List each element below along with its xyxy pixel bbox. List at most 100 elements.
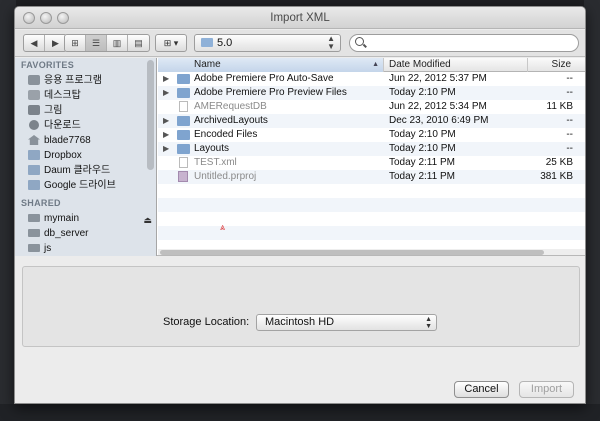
document-icon bbox=[179, 101, 188, 112]
sidebar-item-dropbox[interactable]: Dropbox bbox=[15, 148, 156, 163]
home-icon bbox=[28, 135, 40, 145]
disclosure-triangle-icon[interactable]: ▶ bbox=[163, 72, 169, 86]
view-mode-control: ⊞ ☰ ▥ ▤ bbox=[64, 34, 150, 52]
file-row[interactable]: ▶ Adobe Premiere Pro Preview Files Today 2… bbox=[158, 86, 585, 100]
file-list: Name ▲ Date Modified Size ▶ Adobe Premier… bbox=[158, 58, 585, 256]
column-header-label: Name bbox=[194, 59, 221, 70]
updown-arrows-icon: ▲ ▼ bbox=[327, 34, 335, 51]
sidebar-item-label: Daum 클라우드 bbox=[44, 165, 111, 176]
sidebar-item-label: db_server bbox=[44, 228, 89, 239]
file-row[interactable]: ▶ ArchivedLayouts Dec 23, 2010 6:49 PM -- bbox=[158, 114, 585, 128]
folder-icon bbox=[177, 88, 190, 98]
file-row[interactable]: ▶ Layouts Today 2:10 PM -- bbox=[158, 142, 585, 156]
sidebar-header-favorites: FAVORITES bbox=[21, 60, 75, 70]
file-size: 25 KB bbox=[545, 157, 573, 168]
disclosure-triangle-icon[interactable]: ▶ bbox=[163, 114, 169, 128]
close-window-button[interactable] bbox=[23, 12, 35, 24]
scroll-thumb[interactable] bbox=[160, 250, 544, 255]
icon-grid-icon: ⊞ bbox=[71, 38, 79, 48]
list-view-button[interactable]: ☰ bbox=[86, 35, 107, 51]
file-size: -- bbox=[566, 115, 573, 126]
file-name: AMERequestDB bbox=[194, 101, 267, 112]
file-date-modified: Today 2:11 PM bbox=[389, 157, 455, 168]
icon-view-button[interactable]: ⊞ bbox=[65, 35, 86, 51]
folder-icon bbox=[177, 144, 190, 154]
downloads-icon bbox=[29, 120, 39, 130]
file-row[interactable]: ▶ Adobe Premiere Pro Auto-Save Jun 22, 201… bbox=[158, 72, 585, 86]
chevron-left-icon: ◀ bbox=[30, 38, 38, 48]
document-icon bbox=[179, 157, 188, 168]
grid-arrange-icon: ⊞ ▾ bbox=[163, 38, 179, 48]
cancel-button[interactable]: Cancel bbox=[454, 381, 509, 398]
file-name: Untitled.prproj bbox=[194, 171, 257, 182]
column-header-row: Name ▲ Date Modified Size bbox=[158, 58, 585, 72]
column-header-date[interactable]: Date Modified bbox=[384, 58, 528, 72]
file-date-modified: Jun 22, 2012 5:37 PM bbox=[389, 73, 487, 84]
folder-icon bbox=[28, 150, 40, 160]
path-popup[interactable]: 5.0 ▲ ▼ bbox=[194, 34, 341, 52]
zoom-window-button[interactable] bbox=[57, 12, 69, 24]
back-button[interactable]: ◀ bbox=[24, 35, 45, 51]
network-monitor-icon bbox=[28, 244, 40, 252]
title-bar: Import XML bbox=[15, 7, 585, 29]
file-row[interactable]: TEST.xml Today 2:11 PM 25 KB bbox=[158, 156, 585, 170]
file-name: Encoded Files bbox=[194, 129, 258, 140]
storage-location-popup[interactable]: Macintosh HD ▲ ▼ bbox=[256, 314, 437, 331]
sidebar-item-label: 응용 프로그램 bbox=[44, 75, 102, 86]
pictures-icon bbox=[28, 105, 40, 115]
sidebar-item-label: Google 드라이브 bbox=[44, 180, 116, 191]
import-xml-dialog: Import XML ◀ ▶ ⊞ ☰ ▥ ▤ ⊞ ▾ 5.0 ▲ ▼ FAVORI… bbox=[14, 6, 586, 404]
minimize-window-button[interactable] bbox=[40, 12, 52, 24]
sidebar-item-db-server[interactable]: db_server bbox=[15, 226, 156, 241]
disclosure-triangle-icon[interactable]: ▶ bbox=[163, 86, 169, 100]
column-header-name[interactable]: Name ▲ bbox=[158, 58, 384, 72]
cursor-pointer-icon: ⩓ bbox=[220, 222, 226, 232]
folder-icon bbox=[201, 38, 213, 47]
sidebar-item-label: 데스크탑 bbox=[44, 90, 81, 101]
import-button[interactable]: Import bbox=[519, 381, 574, 398]
arrange-button[interactable]: ⊞ ▾ bbox=[155, 34, 187, 52]
network-monitor-icon bbox=[28, 214, 40, 222]
column-header-size[interactable]: Size bbox=[528, 58, 585, 72]
file-size: -- bbox=[566, 143, 573, 154]
sidebar-item-label: mymain bbox=[44, 213, 80, 224]
horizontal-scrollbar[interactable] bbox=[158, 249, 585, 255]
sidebar-item-mymain[interactable]: mymain ⏏ bbox=[15, 211, 156, 226]
sidebar-item-label: Dropbox bbox=[44, 150, 82, 161]
sidebar-item-label: blade7768 bbox=[44, 135, 91, 146]
folder-icon bbox=[177, 116, 190, 126]
disclosure-triangle-icon[interactable]: ▶ bbox=[163, 128, 169, 142]
folder-icon bbox=[177, 130, 190, 140]
file-name: Adobe Premiere Pro Auto-Save bbox=[194, 73, 334, 84]
background-app-right-panel bbox=[584, 0, 600, 421]
sidebar-item-label: 그림 bbox=[44, 105, 63, 116]
file-row[interactable]: AMERequestDB Jun 22, 2012 5:34 PM 11 KB bbox=[158, 100, 585, 114]
coverflow-view-button[interactable]: ▤ bbox=[128, 35, 149, 51]
file-rows: ▶ Adobe Premiere Pro Auto-Save Jun 22, 201… bbox=[158, 72, 585, 240]
sidebar-item-home[interactable]: blade7768 bbox=[15, 133, 156, 148]
list-icon: ☰ bbox=[91, 38, 101, 48]
chevron-right-icon: ▶ bbox=[52, 38, 59, 48]
file-date-modified: Today 2:10 PM bbox=[389, 87, 456, 98]
column-view-button[interactable]: ▥ bbox=[107, 35, 128, 51]
search-field[interactable] bbox=[349, 34, 579, 52]
sidebar-item-daum-cloud[interactable]: Daum 클라우드 bbox=[15, 163, 156, 178]
sidebar-item-downloads[interactable]: 다운로드 bbox=[15, 118, 156, 133]
sidebar-item-pictures[interactable]: 그림 bbox=[15, 103, 156, 118]
disclosure-triangle-icon[interactable]: ▶ bbox=[163, 142, 169, 156]
accessory-panel: Storage Location: Macintosh HD ▲ ▼ bbox=[22, 266, 580, 347]
file-size: -- bbox=[566, 73, 573, 84]
search-icon bbox=[355, 37, 364, 46]
sidebar-item-js[interactable]: js bbox=[15, 241, 156, 256]
sidebar-item-applications[interactable]: 응용 프로그램 bbox=[15, 73, 156, 88]
file-row[interactable]: Untitled.prproj Today 2:11 PM 381 KB bbox=[158, 170, 585, 184]
updown-arrows-icon: ▲ ▼ bbox=[425, 316, 432, 330]
sidebar-item-google-drive[interactable]: Google 드라이브 bbox=[15, 178, 156, 193]
sidebar-item-desktop[interactable]: 데스크탑 bbox=[15, 88, 156, 103]
back-forward-control: ◀ ▶ bbox=[23, 34, 67, 52]
file-row[interactable]: ▶ Encoded Files Today 2:10 PM -- bbox=[158, 128, 585, 142]
empty-row bbox=[158, 198, 585, 212]
folder-icon bbox=[28, 165, 40, 175]
columns-icon: ▥ bbox=[112, 38, 122, 48]
forward-button[interactable]: ▶ bbox=[45, 35, 66, 51]
